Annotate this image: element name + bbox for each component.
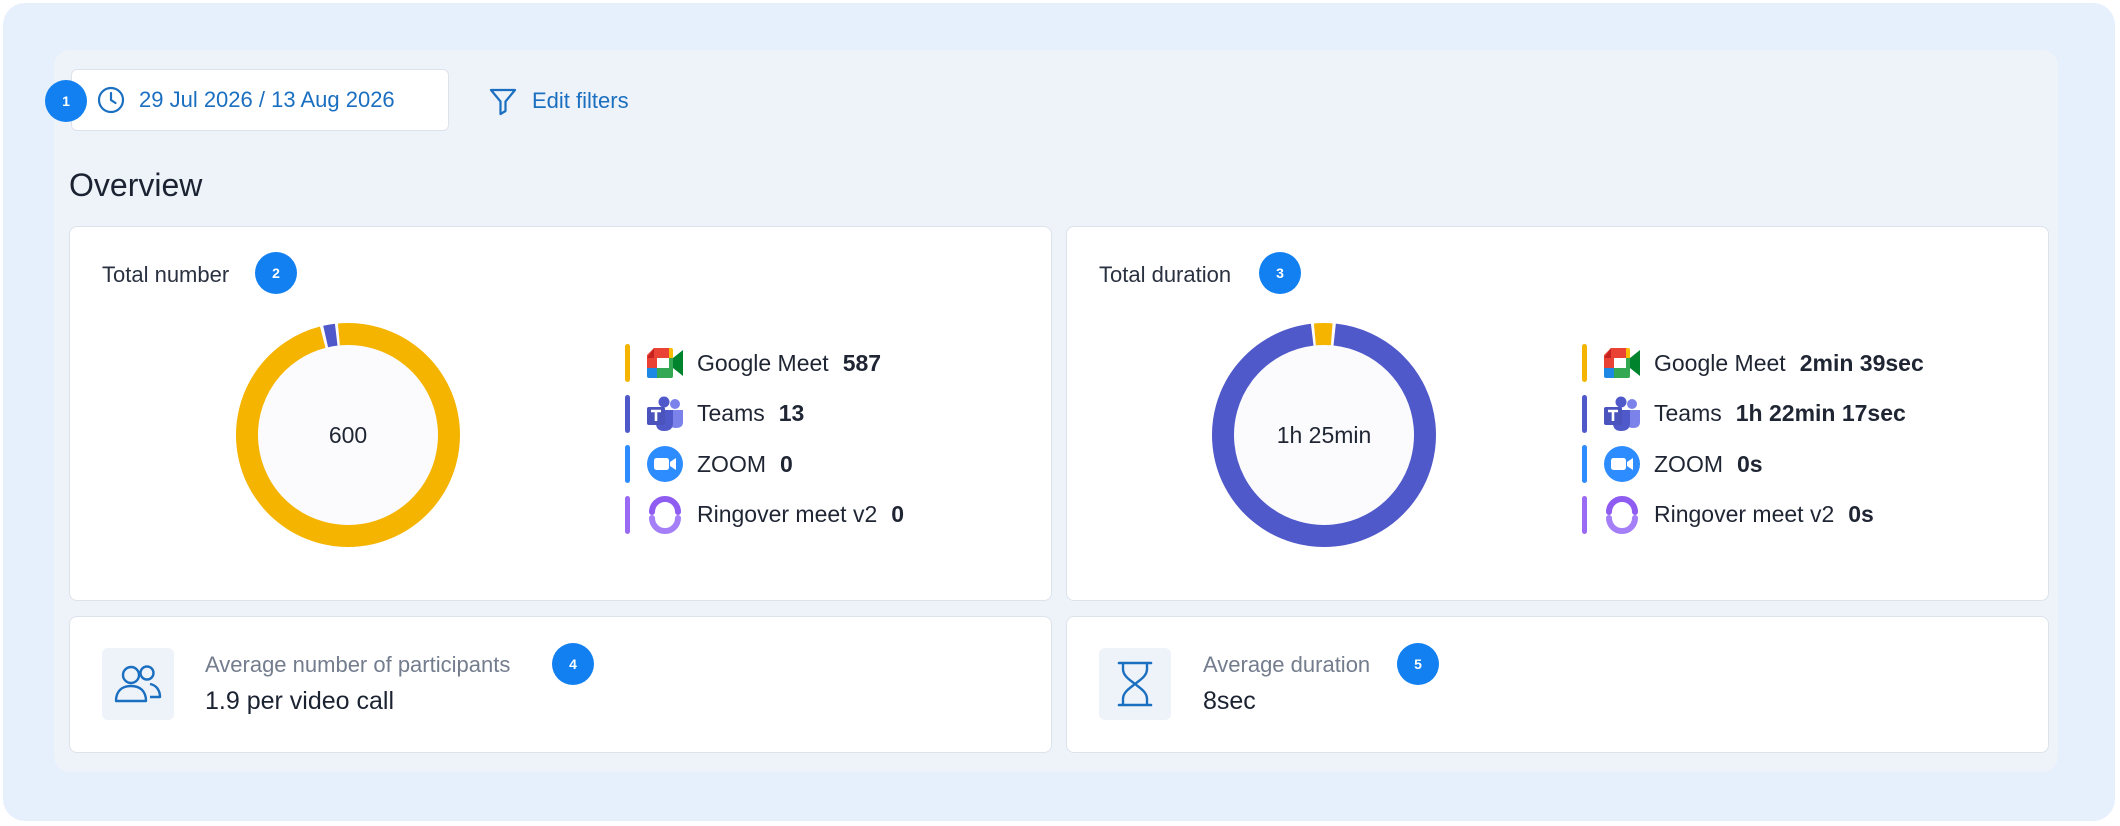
step-badge-2: 2 (255, 252, 297, 294)
legend-color-bar (1582, 495, 1587, 534)
avg-duration-label: Average duration (1203, 652, 1371, 677)
filter-icon (488, 86, 518, 116)
legend-item: Ringover meet v2 0s (1582, 495, 1874, 535)
legend-label: Ringover meet v2 (697, 501, 878, 527)
avg-participants-card (69, 616, 1052, 753)
page-title: Overview (69, 167, 203, 203)
total-number-donut-chart: 600 (236, 323, 460, 547)
total-duration-donut-chart: 1h 25min (1212, 323, 1436, 547)
zoom-icon (1602, 444, 1642, 484)
avg-participants-label: Average number of participants (205, 652, 511, 677)
hourglass-icon (1099, 648, 1171, 720)
legend-color-bar (1582, 394, 1587, 433)
date-range-label: 29 Jul 2026 / 13 Aug 2026 (139, 87, 395, 112)
legend-label: Google Meet (697, 349, 829, 376)
legend-label: Google Meet (1654, 349, 1786, 376)
edit-filters-label: Edit filters (532, 88, 629, 113)
donut-center-value: 600 (329, 422, 367, 448)
step-badge-1: 1 (45, 80, 87, 122)
legend-value: 2min 39sec (1799, 349, 1924, 376)
legend-value: 587 (842, 349, 882, 376)
legend-color-bar (625, 344, 630, 382)
legend-value: 0 (780, 450, 793, 477)
legend-value: 0s (1737, 450, 1763, 477)
legend-item: ZOOM 0s (1582, 444, 1763, 484)
legend-color-bar (625, 495, 630, 534)
clock-icon (97, 86, 125, 114)
avg-duration-card (1066, 616, 2049, 753)
legend-value: 0 (891, 501, 905, 527)
total-number-title: Total number (102, 262, 230, 287)
legend-value: 13 (778, 400, 805, 426)
legend-label: Ringover meet v2 (1654, 501, 1835, 527)
legend-item: Google Meet 587 (625, 343, 881, 383)
legend-value: 1h 22min 17sec (1735, 400, 1906, 426)
legend-color-bar (625, 394, 630, 433)
step-badge-5: 5 (1397, 643, 1439, 685)
avg-duration-value: 8sec (1203, 687, 1256, 715)
teams-icon (1602, 394, 1642, 434)
total-duration-title: Total duration (1099, 262, 1232, 287)
legend-label: Teams (1654, 400, 1722, 426)
google-meet-icon (1602, 343, 1642, 383)
legend-color-bar (625, 445, 630, 483)
ringover-icon (645, 495, 685, 535)
legend-label: ZOOM (697, 450, 766, 477)
step-badge-3: 3 (1259, 252, 1301, 294)
donut-center-value: 1h 25min (1277, 422, 1372, 448)
users-icon (102, 648, 174, 720)
legend-item: Teams 1h 22min 17sec (1582, 394, 1906, 434)
legend-label: Teams (697, 400, 765, 426)
legend-item: Google Meet 2min 39sec (1582, 343, 1924, 383)
legend-label: ZOOM (1654, 450, 1723, 477)
date-range-button[interactable]: 29 Jul 2026 / 13 Aug 2026 (71, 69, 449, 131)
avg-participants-value: 1.9 per video call (205, 687, 395, 715)
zoom-icon (645, 444, 685, 484)
legend-value: 0s (1848, 501, 1874, 527)
legend-color-bar (1582, 344, 1587, 382)
ringover-icon (1602, 495, 1642, 535)
legend-color-bar (1582, 445, 1587, 483)
legend-item: Teams 13 (625, 394, 804, 434)
teams-icon (645, 394, 685, 434)
legend-item: Ringover meet v2 0 (625, 495, 904, 535)
google-meet-icon (645, 343, 685, 383)
edit-filters-button[interactable]: Edit filters (488, 86, 629, 116)
legend-item: ZOOM 0 (625, 444, 793, 484)
step-badge-4: 4 (552, 643, 594, 685)
